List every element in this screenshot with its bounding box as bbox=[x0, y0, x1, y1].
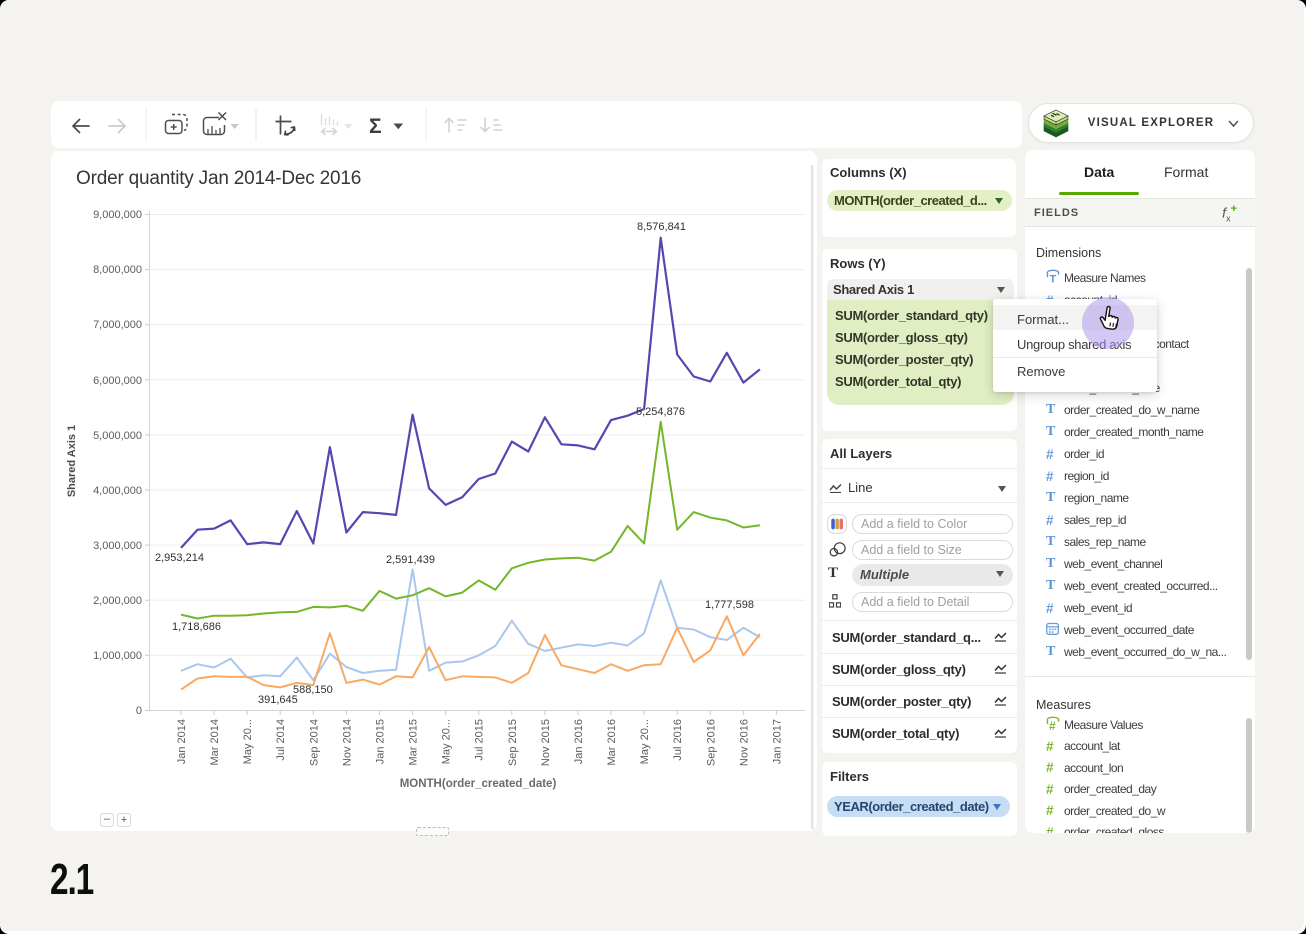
svg-text:7,000,000: 7,000,000 bbox=[93, 319, 142, 331]
svg-text:Sep 2014: Sep 2014 bbox=[308, 719, 320, 766]
svg-text:9,000,000: 9,000,000 bbox=[93, 209, 142, 221]
svg-text:Jul 2016: Jul 2016 bbox=[672, 719, 684, 761]
svg-text:Mar 2015: Mar 2015 bbox=[408, 719, 420, 765]
svg-text:Jan 2015: Jan 2015 bbox=[375, 719, 387, 764]
svg-text:6,000,000: 6,000,000 bbox=[93, 375, 142, 387]
svg-text:2,591,439: 2,591,439 bbox=[386, 554, 435, 566]
svg-text:Mar 2014: Mar 2014 bbox=[209, 719, 221, 765]
svg-text:May 20...: May 20... bbox=[242, 719, 254, 764]
svg-text:Jan 2014: Jan 2014 bbox=[176, 719, 188, 764]
svg-text:Jul 2014: Jul 2014 bbox=[275, 719, 287, 761]
svg-text:1,000,000: 1,000,000 bbox=[93, 650, 142, 662]
svg-text:5,000,000: 5,000,000 bbox=[93, 430, 142, 442]
svg-text:Mar 2016: Mar 2016 bbox=[606, 719, 618, 765]
svg-text:Jan 2016: Jan 2016 bbox=[573, 719, 585, 764]
svg-text:2,000,000: 2,000,000 bbox=[93, 595, 142, 607]
svg-text:5,254,876: 5,254,876 bbox=[636, 406, 685, 418]
svg-text:4,000,000: 4,000,000 bbox=[93, 485, 142, 497]
svg-text:Nov 2015: Nov 2015 bbox=[540, 719, 552, 766]
svg-text:0: 0 bbox=[136, 705, 142, 717]
svg-text:Sep 2015: Sep 2015 bbox=[507, 719, 519, 766]
svg-text:Shared Axis 1: Shared Axis 1 bbox=[66, 425, 78, 497]
svg-text:1,718,686: 1,718,686 bbox=[172, 621, 221, 633]
svg-text:T: T bbox=[1050, 274, 1057, 285]
svg-text:#: # bbox=[1049, 719, 1056, 731]
svg-text:Jan 2017: Jan 2017 bbox=[771, 719, 783, 764]
svg-text:Jul 2015: Jul 2015 bbox=[474, 719, 486, 761]
svg-text:Nov 2016: Nov 2016 bbox=[738, 719, 750, 766]
svg-text:8,576,841: 8,576,841 bbox=[637, 221, 686, 233]
svg-text:Nov 2014: Nov 2014 bbox=[341, 719, 353, 766]
svg-text:588,150: 588,150 bbox=[293, 684, 333, 696]
svg-text:3,000,000: 3,000,000 bbox=[93, 540, 142, 552]
svg-text:1,777,598: 1,777,598 bbox=[705, 599, 754, 611]
svg-text:May 20...: May 20... bbox=[441, 719, 453, 764]
svg-text:2,953,214: 2,953,214 bbox=[155, 552, 204, 564]
svg-text:391,645: 391,645 bbox=[258, 694, 298, 706]
svg-text:MONTH(order_created_date): MONTH(order_created_date) bbox=[400, 778, 557, 790]
svg-text:May 20...: May 20... bbox=[639, 719, 651, 764]
svg-text:Sep 2016: Sep 2016 bbox=[705, 719, 717, 766]
svg-text:8,000,000: 8,000,000 bbox=[93, 264, 142, 276]
svg-text:Σ: Σ bbox=[369, 115, 382, 138]
